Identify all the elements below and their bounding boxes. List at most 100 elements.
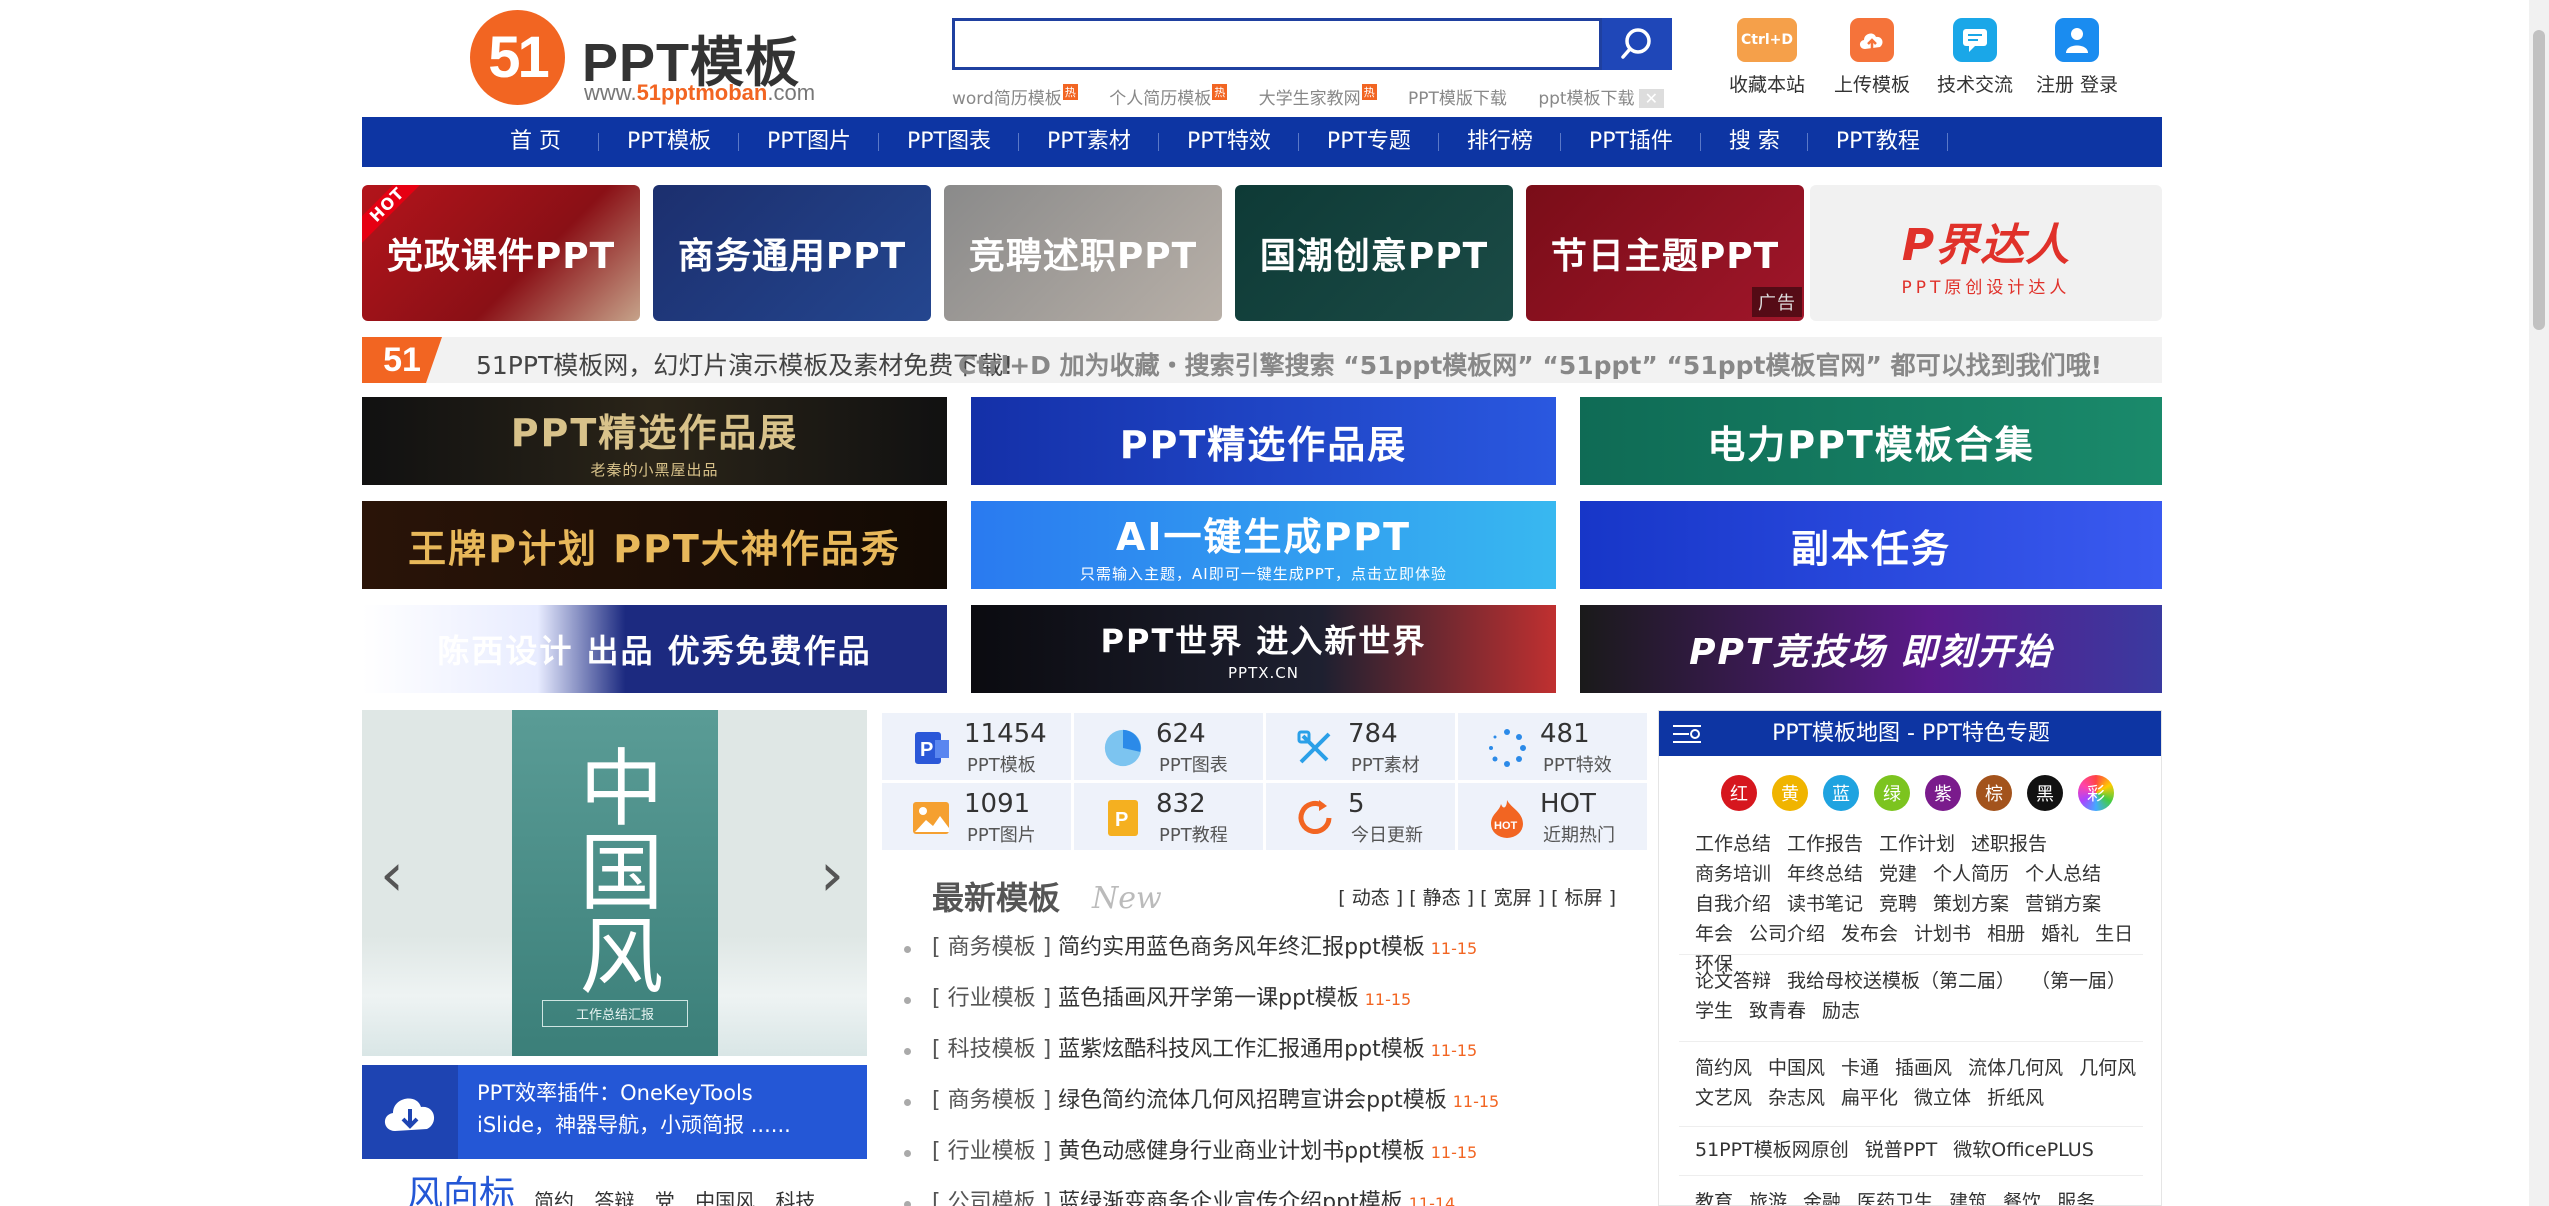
nav-ppt-materials[interactable]: PPT素材	[1019, 117, 1159, 167]
topic-tag[interactable]: 工作报告	[1787, 829, 1863, 859]
hot-word-link[interactable]: PPT模版下载	[1408, 89, 1507, 109]
topic-tag[interactable]: 致青春	[1749, 996, 1806, 1026]
topic-tag[interactable]: 生日	[2095, 919, 2133, 949]
topic-tag[interactable]: 年会	[1695, 919, 1733, 949]
topic-tag[interactable]: 学生	[1695, 996, 1733, 1026]
topic-tag[interactable]: 年终总结	[1787, 859, 1863, 889]
stat-ppt-materials[interactable]: 784 PPT素材	[1266, 713, 1455, 780]
ad-banner[interactable]: PPT精选作品展 老秦的小黑屋出品	[362, 397, 947, 485]
ad-banner[interactable]: PPT世界 进入新世界 PPTX.CN	[971, 605, 1556, 693]
list-item[interactable]: [ 行业模板 ] 蓝色插画风开学第一课ppt模板 11-15	[904, 984, 1644, 1035]
stat-ppt-images[interactable]: 1091 PPT图片	[882, 783, 1071, 850]
tile-competition[interactable]: 竞聘述职PPT	[944, 185, 1222, 321]
topic-tag[interactable]: 旅游	[1749, 1187, 1787, 1205]
topic-tag[interactable]: 杂志风	[1768, 1083, 1825, 1113]
hot-word-link[interactable]: 个人简历模板热	[1109, 84, 1228, 109]
topic-tag[interactable]: 党建	[1879, 859, 1917, 889]
topic-tag[interactable]: 公司介绍	[1749, 919, 1825, 949]
ad-banner[interactable]: AI一键生成PPT 只需输入主题，AI即可一键生成PPT，点击立即体验	[971, 501, 1556, 589]
topic-tag[interactable]: 服务	[2057, 1187, 2095, 1205]
nav-search[interactable]: 搜 索	[1701, 117, 1808, 167]
nav-ppt-images[interactable]: PPT图片	[739, 117, 879, 167]
topic-tag[interactable]: 卡通	[1841, 1053, 1879, 1083]
tile-festival[interactable]: 节日主题PPT 广告	[1526, 185, 1804, 321]
nav-ppt-tutorials[interactable]: PPT教程	[1808, 117, 1948, 167]
register-login-button[interactable]: 注册 登录	[2032, 18, 2122, 97]
plugin-banner[interactable]: PPT效率插件：OneKeyTools iSlide，神器导航，小顽简报 ...…	[362, 1065, 867, 1159]
topic-tag[interactable]: 文艺风	[1695, 1083, 1752, 1113]
stat-ppt-tutorials[interactable]: P 832 PPT教程	[1074, 783, 1263, 850]
nav-home[interactable]: 首 页	[472, 117, 599, 167]
ad-banner[interactable]: 王牌P计划 PPT大神作品秀	[362, 501, 947, 589]
color-blue[interactable]: 蓝	[1823, 775, 1859, 811]
topic-tag[interactable]: 锐普PPT	[1865, 1135, 1938, 1165]
topic-tag[interactable]: 励志	[1822, 996, 1860, 1026]
topic-tag[interactable]: 个人总结	[2025, 859, 2101, 889]
trend-tag[interactable]: 党	[655, 1189, 675, 1206]
ad-banner[interactable]: PPT竞技场 即刻开始	[1580, 605, 2162, 693]
stat-ppt-templates[interactable]: P 11454 PPT模板	[882, 713, 1071, 780]
topic-tag[interactable]: 微软OfficePLUS	[1953, 1135, 2094, 1165]
topic-tag[interactable]: 个人简历	[1933, 859, 2009, 889]
trend-tag[interactable]: 中国风	[695, 1189, 755, 1206]
ad-banner[interactable]: 电力PPT模板合集	[1580, 397, 2162, 485]
topic-tag[interactable]: 发布会	[1841, 919, 1898, 949]
topic-tag[interactable]: 教育	[1695, 1187, 1733, 1205]
stat-ppt-effects[interactable]: 481 PPT特效	[1458, 713, 1647, 780]
upload-template-button[interactable]: 上传模板	[1827, 18, 1917, 97]
scrollbar-thumb[interactable]	[2533, 30, 2545, 330]
tile-guochao[interactable]: 国潮创意PPT	[1235, 185, 1513, 321]
list-item[interactable]: [ 科技模板 ] 蓝紫炫酷科技风工作汇报通用ppt模板 11-15	[904, 1035, 1644, 1086]
nav-ppt-templates[interactable]: PPT模板	[599, 117, 739, 167]
stat-ppt-charts[interactable]: 624 PPT图表	[1074, 713, 1263, 780]
list-item[interactable]: [ 商务模板 ] 绿色简约流体几何风招聘宣讲会ppt模板 11-15	[904, 1086, 1644, 1137]
slider-next-button[interactable]: ›	[820, 840, 844, 910]
hot-word-link[interactable]: ppt模板下载 ✕	[1538, 89, 1664, 109]
stat-today-updates[interactable]: 5 今日更新	[1266, 783, 1455, 850]
topic-tag[interactable]: 扁平化	[1841, 1083, 1898, 1113]
topic-tag[interactable]: 工作总结	[1695, 829, 1771, 859]
topic-tag[interactable]: 餐饮	[2003, 1187, 2041, 1205]
tile-p-expert[interactable]: P界达人 PPT原创设计达人	[1810, 185, 2162, 321]
color-green[interactable]: 绿	[1874, 775, 1910, 811]
ad-banner[interactable]: 陈西设计 出品 优秀免费作品	[362, 605, 947, 693]
topic-tag[interactable]: 几何风	[2079, 1053, 2136, 1083]
topic-tag[interactable]: 51PPT模板网原创	[1695, 1135, 1849, 1165]
topic-tag[interactable]: 读书笔记	[1787, 889, 1863, 919]
tile-business[interactable]: 商务通用PPT	[653, 185, 931, 321]
color-black[interactable]: 黑	[2027, 775, 2063, 811]
featured-slider[interactable]: 中国风 工作总结汇报 ‹ ›	[362, 710, 867, 1056]
topic-tag[interactable]: 论文答辩	[1695, 966, 1771, 996]
topic-tag[interactable]: 婚礼	[2041, 919, 2079, 949]
nav-ranking[interactable]: 排行榜	[1439, 117, 1561, 167]
list-item[interactable]: [ 公司模板 ] 蓝绿渐变商务企业宣传介绍ppt模板 11-14	[904, 1188, 1644, 1206]
topic-tag[interactable]: 中国风	[1768, 1053, 1825, 1083]
search-button[interactable]	[1602, 18, 1672, 70]
color-brown[interactable]: 棕	[1976, 775, 2012, 811]
hot-word-link[interactable]: 大学生家教网热	[1259, 84, 1377, 109]
topic-tag[interactable]: 计划书	[1914, 919, 1971, 949]
topic-tag[interactable]: 述职报告	[1971, 829, 2047, 859]
slide-card[interactable]: 中国风 工作总结汇报	[512, 710, 718, 1056]
topic-tag[interactable]: 我给母校送模板（第二届）	[1787, 966, 2015, 996]
list-item[interactable]: [ 行业模板 ] 黄色动感健身行业商业计划书ppt模板 11-15	[904, 1137, 1644, 1188]
ad-banner[interactable]: PPT精选作品展	[971, 397, 1556, 485]
topic-tag[interactable]: 微立体	[1914, 1083, 1971, 1113]
ad-banner[interactable]: 副本任务	[1580, 501, 2162, 589]
search-input[interactable]	[952, 18, 1602, 70]
slider-prev-button[interactable]: ‹	[380, 840, 404, 910]
topic-tag[interactable]: 工作计划	[1879, 829, 1955, 859]
site-logo[interactable]: 51 PPT模板 www.51pptmoban.com	[470, 10, 815, 110]
topic-tag[interactable]: 商务培训	[1695, 859, 1771, 889]
topic-tag[interactable]: （第一届）	[2031, 966, 2126, 996]
filter-links[interactable]: [ 动态 ] [ 静态 ] [ 宽屏 ] [ 标屏 ]	[1338, 883, 1616, 910]
nav-ppt-effects[interactable]: PPT特效	[1159, 117, 1299, 167]
topic-tag[interactable]: 简约风	[1695, 1053, 1752, 1083]
tech-exchange-button[interactable]: 技术交流	[1930, 18, 2020, 97]
color-yellow[interactable]: 黄	[1772, 775, 1808, 811]
nav-ppt-charts[interactable]: PPT图表	[879, 117, 1019, 167]
topic-tag[interactable]: 营销方案	[2025, 889, 2101, 919]
topic-tag[interactable]: 自我介绍	[1695, 889, 1771, 919]
color-multi[interactable]: 彩	[2078, 775, 2114, 811]
nav-ppt-topics[interactable]: PPT专题	[1299, 117, 1439, 167]
